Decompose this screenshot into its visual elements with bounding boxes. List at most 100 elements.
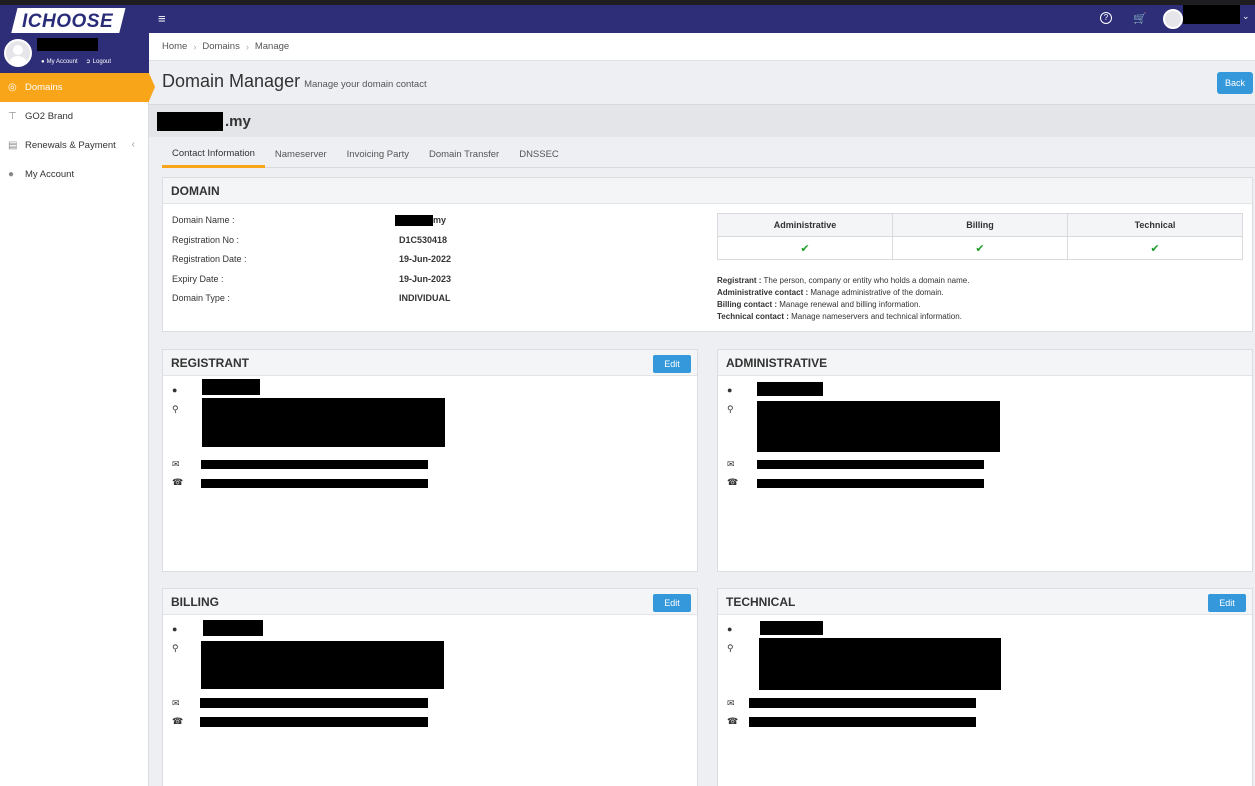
- envelope-icon: ✉: [727, 459, 735, 469]
- cart-icon[interactable]: 🛒: [1133, 12, 1147, 25]
- domain-name-label: Domain Name :: [172, 215, 235, 225]
- tab-bar: Contact Information Nameserver Invoicing…: [162, 141, 1255, 168]
- redacted-domain-name: [157, 112, 223, 131]
- chevron-down-icon[interactable]: ⌄: [1242, 11, 1250, 22]
- edit-technical-button[interactable]: Edit: [1208, 594, 1246, 612]
- sidebar-item-label: GO2 Brand: [25, 111, 74, 122]
- check-icon: ✔: [892, 236, 1068, 260]
- panel-title: DOMAIN: [163, 178, 1252, 204]
- domain-name-value: my: [433, 215, 447, 225]
- map-marker-icon: ⚲: [727, 404, 734, 414]
- user-icon: ●: [8, 169, 15, 180]
- legend-term: Administrative contact :: [717, 288, 809, 297]
- registrant-panel: REGISTRANT Edit ● ⚲ ✉ ☎: [162, 349, 698, 572]
- panel-title: REGISTRANT: [163, 350, 697, 376]
- tab-dnssec[interactable]: DNSSEC: [509, 141, 569, 168]
- logout-link[interactable]: ➲ Logout: [85, 58, 112, 66]
- avatar[interactable]: [1163, 9, 1183, 29]
- redacted-address: [202, 398, 445, 447]
- domain-name-suffix: .my: [225, 113, 251, 130]
- redacted-phone: [200, 717, 428, 727]
- domain-type-label: Domain Type :: [172, 293, 230, 303]
- edit-billing-button[interactable]: Edit: [653, 594, 691, 612]
- sidebar: ICHOOSE ● My Account ➲ Logout ◎ Domains ⊤ …: [0, 5, 155, 786]
- globe-icon: ◎: [8, 82, 17, 93]
- breadcrumb: Home › Domains › Manage: [149, 33, 1255, 61]
- panel-title: ADMINISTRATIVE: [718, 350, 1252, 376]
- user-icon: ●: [727, 385, 733, 395]
- redacted-username: [1183, 5, 1240, 24]
- logo-bar: ICHOOSE: [0, 5, 149, 36]
- brand-logo[interactable]: ICHOOSE: [10, 8, 126, 36]
- redacted-username: [37, 38, 98, 51]
- domain-panel: DOMAIN Domain Name : my Registration No …: [162, 177, 1253, 332]
- menu-icon[interactable]: ≡: [158, 11, 166, 26]
- legend-text: The person, company or entity who holds …: [763, 276, 970, 285]
- envelope-icon: ✉: [172, 459, 180, 469]
- check-icon: ✔: [1067, 236, 1243, 260]
- breadcrumb-manage: Manage: [254, 41, 290, 52]
- tab-contact-information[interactable]: Contact Information: [162, 141, 265, 168]
- redacted-address: [759, 638, 1001, 690]
- redacted-email: [757, 460, 984, 469]
- redacted-email: [749, 698, 976, 708]
- redacted-phone: [757, 479, 984, 488]
- logout-icon: ➲: [85, 59, 91, 65]
- redacted-address: [757, 401, 1000, 452]
- page-title-text: Domain Manager: [162, 71, 301, 91]
- panel-title: BILLING: [163, 589, 697, 615]
- breadcrumb-domains[interactable]: Domains: [202, 41, 240, 52]
- redacted-name: [757, 382, 823, 396]
- legend-text: Manage renewal and billing information.: [779, 300, 921, 309]
- legend-technical: Technical contact : Manage nameservers a…: [717, 312, 962, 321]
- redacted-phone: [749, 717, 976, 727]
- redacted-domain: [395, 215, 433, 226]
- map-marker-icon: ⚲: [172, 643, 179, 653]
- sidebar-item-renewals-payment[interactable]: ▤ Renewals & Payment ‹: [0, 131, 149, 160]
- phone-icon: ☎: [727, 477, 739, 487]
- redacted-phone: [201, 479, 428, 488]
- help-icon[interactable]: ?: [1100, 12, 1112, 24]
- my-account-label: My Account: [46, 58, 78, 65]
- legend-billing: Billing contact : Manage renewal and bil…: [717, 300, 921, 309]
- domain-header: .my: [149, 104, 1255, 137]
- edit-registrant-button[interactable]: Edit: [653, 355, 691, 373]
- registration-no-value: D1C530418: [399, 235, 448, 245]
- legend-term: Registrant :: [717, 276, 762, 285]
- phone-icon: ☎: [172, 477, 184, 487]
- registration-date-value: 19-Jun-2022: [399, 254, 452, 264]
- expiry-date-value: 19-Jun-2023: [399, 274, 452, 284]
- phone-icon: ☎: [727, 716, 739, 726]
- my-account-link[interactable]: ● My Account: [41, 58, 78, 65]
- map-marker-icon: ⚲: [172, 404, 179, 414]
- page-title: Domain Manager Manage your domain contact: [162, 71, 427, 92]
- expiry-date-label: Expiry Date :: [172, 274, 224, 284]
- sidebar-item-label: Domains: [25, 82, 63, 93]
- check-icon: ✔: [717, 236, 893, 260]
- technical-panel: TECHNICAL Edit ● ⚲ ✉ ☎: [717, 588, 1253, 786]
- sidebar-item-domains[interactable]: ◎ Domains: [0, 73, 155, 102]
- credit-card-icon: ▤: [8, 140, 18, 151]
- redacted-email: [201, 460, 428, 469]
- chevron-left-icon: ‹: [131, 139, 135, 150]
- domain-type-value: INDIVIDUAL: [399, 293, 451, 303]
- breadcrumb-separator-icon: ›: [245, 41, 249, 52]
- breadcrumb-separator-icon: ›: [193, 41, 197, 52]
- avatar: [4, 39, 32, 67]
- tab-nameserver[interactable]: Nameserver: [265, 141, 337, 168]
- redacted-email: [200, 698, 428, 708]
- breadcrumb-home[interactable]: Home: [162, 41, 187, 52]
- redacted-name: [203, 620, 263, 636]
- table-header: Billing: [892, 213, 1068, 237]
- top-navbar: ≡ ? 🛒 ⌄: [149, 5, 1255, 33]
- user-panel: ● My Account ➲ Logout: [0, 33, 149, 73]
- sidebar-item-my-account[interactable]: ● My Account: [0, 160, 149, 189]
- logout-label: Logout: [92, 58, 112, 65]
- user-icon: ●: [172, 385, 178, 395]
- back-button[interactable]: Back: [1217, 72, 1253, 94]
- tab-invoicing-party[interactable]: Invoicing Party: [337, 141, 419, 168]
- contact-status-table: Administrative Billing Technical ✔ ✔ ✔: [717, 213, 1243, 260]
- tab-domain-transfer[interactable]: Domain Transfer: [419, 141, 509, 168]
- sidebar-item-go2-brand[interactable]: ⊤ GO2 Brand: [0, 102, 149, 131]
- registration-no-label: Registration No :: [172, 235, 240, 245]
